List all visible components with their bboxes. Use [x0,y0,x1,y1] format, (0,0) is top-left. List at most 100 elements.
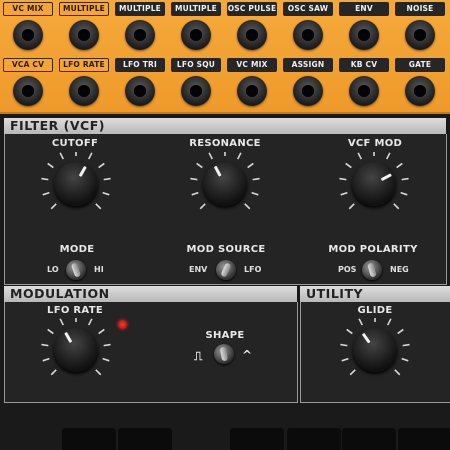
cutoff-label: CUTOFF [51,138,99,149]
jack-socket-icon[interactable] [125,76,155,106]
patch-jack-label: VCA CV [3,58,53,72]
scale-tick [400,191,408,196]
jack-socket-icon[interactable] [237,20,267,50]
scale-tick [190,177,198,181]
patch-jack[interactable]: MULTIPLE [113,2,169,58]
patch-jack[interactable]: LFO RATE [57,58,113,114]
jack-socket-icon[interactable] [125,20,155,50]
patch-jack-label: OSC PULSE [227,2,277,16]
scale-tick [349,369,356,376]
mod-source-env-label: ENV [189,265,208,274]
jack-socket-icon[interactable] [13,76,43,106]
glide-label: GLIDE [357,305,393,316]
scale-tick [236,152,242,160]
mod-polarity-pos-label: POS [338,265,357,274]
key-1[interactable] [62,428,116,450]
jack-socket-icon[interactable] [69,20,99,50]
jack-socket-icon[interactable] [181,76,211,106]
patch-jack[interactable]: OSC PULSE [225,2,281,58]
jack-socket-icon[interactable] [405,20,435,50]
jack-socket-icon[interactable] [349,20,379,50]
patch-jack[interactable]: GATE [393,58,449,114]
patch-jack[interactable]: KB CV [337,58,393,114]
patch-jack[interactable]: VC MIX [1,2,57,58]
lfo-rate-label: LFO RATE [47,305,103,316]
shape-toggle[interactable] [214,344,234,364]
jack-socket-icon[interactable] [293,76,323,106]
patch-jack-label: ASSIGN [283,58,333,72]
scale-tick [346,328,353,335]
key-2[interactable] [118,428,172,450]
lfo-rate-knob[interactable] [54,328,98,372]
vcf-mod-knob[interactable] [352,162,396,206]
scale-tick [98,328,105,335]
cutoff-knob[interactable] [54,162,98,206]
jack-socket-icon[interactable] [181,20,211,50]
glide-knob[interactable] [353,328,397,372]
key-4[interactable] [287,428,341,450]
mode-toggle[interactable] [66,260,86,280]
patch-jack[interactable]: LFO SQU [169,58,225,114]
scale-tick [385,152,391,160]
jack-socket-icon[interactable] [237,76,267,106]
scale-tick [396,162,403,169]
filter-section-header: FILTER (VCF) [4,118,446,134]
scale-tick [42,357,50,362]
scale-tick [357,152,363,160]
scale-tick [402,343,410,347]
patch-jack-label: OSC SAW [283,2,333,16]
vcf-mod-label: VCF MOD [347,138,403,149]
scale-tick [95,203,102,210]
mode-hi-label: HI [94,265,104,274]
jack-socket-icon[interactable] [69,76,99,106]
scale-tick [59,152,65,160]
scale-tick [47,328,54,335]
jack-socket-icon[interactable] [13,20,43,50]
patch-bay: VC MIX MULTIPLE MULTIPLE MULTIPLE OSC PULSE O… [0,0,450,114]
scale-tick [87,152,93,160]
patch-jack[interactable]: MULTIPLE [169,2,225,58]
mod-polarity-neg-label: NEG [390,265,409,274]
patch-jack[interactable]: OSC SAW [281,2,337,58]
patch-jack[interactable]: ENV [337,2,393,58]
scale-tick [339,177,347,181]
patch-jack-label: ENV [339,2,389,16]
mod-source-toggle[interactable] [216,260,236,280]
scale-tick [50,203,57,210]
scale-tick [103,343,111,347]
patch-jack[interactable]: ASSIGN [281,58,337,114]
modulation-section-header: MODULATION [4,286,297,302]
jack-socket-icon[interactable] [349,76,379,106]
patch-jack-label: MULTIPLE [171,2,221,16]
scale-tick [386,318,392,326]
scale-tick [208,152,214,160]
scale-tick [95,369,102,376]
utility-section-header: UTILITY [300,286,450,302]
scale-tick [41,177,49,181]
jack-socket-icon[interactable] [293,20,323,50]
patch-jack[interactable]: LFO TRI [113,58,169,114]
patch-jack[interactable]: MULTIPLE [57,2,113,58]
mod-polarity-toggle[interactable] [362,260,382,280]
scale-tick [394,369,401,376]
patch-jack-label: VC MIX [3,2,53,16]
scale-tick [87,318,93,326]
key-6[interactable] [398,428,450,450]
scale-tick [50,369,57,376]
resonance-knob[interactable] [203,162,247,206]
patch-jack[interactable]: VCA CV [1,58,57,114]
resonance-label: RESONANCE [189,138,261,149]
scale-tick [42,191,50,196]
patch-jack-label: MULTIPLE [115,2,165,16]
scale-tick [397,328,404,335]
scale-tick [401,177,409,181]
patch-jack-label: GATE [395,58,445,72]
scale-tick [393,203,400,210]
scale-tick [103,177,111,181]
key-3[interactable] [230,428,284,450]
patch-jack[interactable]: NOISE [393,2,449,58]
jack-socket-icon[interactable] [405,76,435,106]
mod-source-label: MOD SOURCE [186,244,266,255]
patch-jack[interactable]: VC MIX [225,58,281,114]
key-5[interactable] [342,428,396,450]
